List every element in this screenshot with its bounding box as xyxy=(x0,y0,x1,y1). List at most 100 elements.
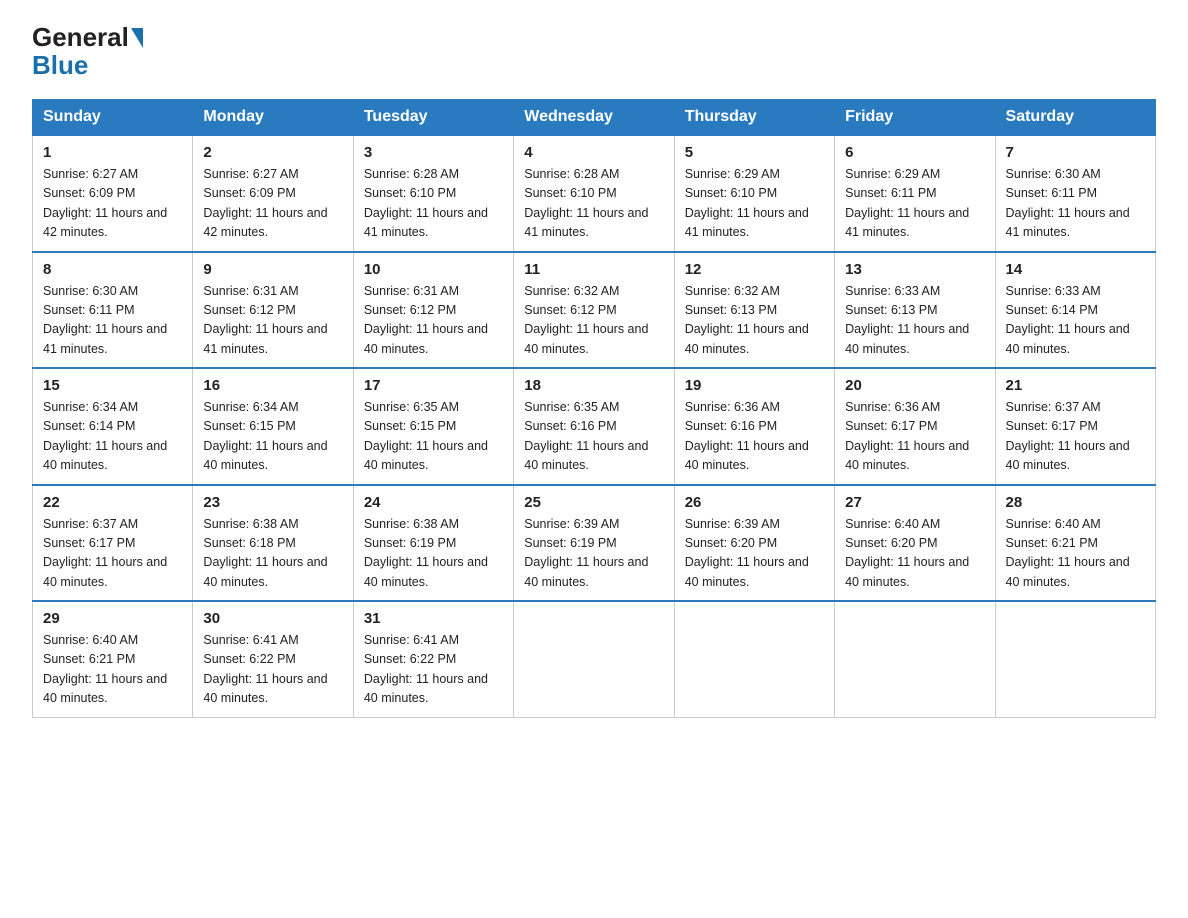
column-header-tuesday: Tuesday xyxy=(353,100,513,136)
day-cell: 21 Sunrise: 6:37 AMSunset: 6:17 PMDayligh… xyxy=(995,368,1155,485)
day-info: Sunrise: 6:32 AMSunset: 6:13 PMDaylight:… xyxy=(685,282,824,360)
day-cell: 12 Sunrise: 6:32 AMSunset: 6:13 PMDayligh… xyxy=(674,252,834,369)
day-number: 17 xyxy=(364,377,503,394)
day-number: 4 xyxy=(524,144,663,161)
day-info: Sunrise: 6:37 AMSunset: 6:17 PMDaylight:… xyxy=(43,515,182,593)
day-info: Sunrise: 6:31 AMSunset: 6:12 PMDaylight:… xyxy=(364,282,503,360)
day-number: 3 xyxy=(364,144,503,161)
day-cell: 20 Sunrise: 6:36 AMSunset: 6:17 PMDayligh… xyxy=(835,368,995,485)
day-number: 9 xyxy=(203,261,342,278)
day-info: Sunrise: 6:33 AMSunset: 6:14 PMDaylight:… xyxy=(1006,282,1145,360)
day-info: Sunrise: 6:30 AMSunset: 6:11 PMDaylight:… xyxy=(1006,165,1145,243)
column-header-saturday: Saturday xyxy=(995,100,1155,136)
day-number: 14 xyxy=(1006,261,1145,278)
day-info: Sunrise: 6:33 AMSunset: 6:13 PMDaylight:… xyxy=(845,282,984,360)
day-info: Sunrise: 6:37 AMSunset: 6:17 PMDaylight:… xyxy=(1006,398,1145,476)
day-cell: 1Sunrise: 6:27 AMSunset: 6:09 PMDaylight… xyxy=(33,135,193,252)
day-number: 15 xyxy=(43,377,182,394)
day-number: 24 xyxy=(364,494,503,511)
day-cell: 27 Sunrise: 6:40 AMSunset: 6:20 PMDayligh… xyxy=(835,485,995,602)
day-info: Sunrise: 6:35 AMSunset: 6:15 PMDaylight:… xyxy=(364,398,503,476)
day-number: 12 xyxy=(685,261,824,278)
day-number: 30 xyxy=(203,610,342,627)
day-cell: 25 Sunrise: 6:39 AMSunset: 6:19 PMDayligh… xyxy=(514,485,674,602)
day-cell: 31 Sunrise: 6:41 AMSunset: 6:22 PMDayligh… xyxy=(353,601,513,717)
day-number: 31 xyxy=(364,610,503,627)
day-info: Sunrise: 6:27 AMSunset: 6:09 PMDaylight:… xyxy=(203,165,342,243)
day-info: Sunrise: 6:36 AMSunset: 6:17 PMDaylight:… xyxy=(845,398,984,476)
day-number: 21 xyxy=(1006,377,1145,394)
day-cell xyxy=(674,601,834,717)
day-cell: 29 Sunrise: 6:40 AMSunset: 6:21 PMDayligh… xyxy=(33,601,193,717)
logo-blue-text: Blue xyxy=(32,50,88,81)
day-cell: 4 Sunrise: 6:28 AMSunset: 6:10 PMDaylight… xyxy=(514,135,674,252)
day-cell: 23Sunrise: 6:38 AMSunset: 6:18 PMDayligh… xyxy=(193,485,353,602)
day-number: 25 xyxy=(524,494,663,511)
day-info: Sunrise: 6:41 AMSunset: 6:22 PMDaylight:… xyxy=(203,631,342,709)
day-info: Sunrise: 6:29 AMSunset: 6:11 PMDaylight:… xyxy=(845,165,984,243)
day-number: 8 xyxy=(43,261,182,278)
day-number: 27 xyxy=(845,494,984,511)
day-number: 29 xyxy=(43,610,182,627)
day-cell: 9 Sunrise: 6:31 AMSunset: 6:12 PMDaylight… xyxy=(193,252,353,369)
logo-general-text: General xyxy=(32,24,129,50)
day-cell: 7Sunrise: 6:30 AMSunset: 6:11 PMDaylight… xyxy=(995,135,1155,252)
day-info: Sunrise: 6:34 AMSunset: 6:14 PMDaylight:… xyxy=(43,398,182,476)
day-info: Sunrise: 6:28 AMSunset: 6:10 PMDaylight:… xyxy=(524,165,663,243)
day-info: Sunrise: 6:40 AMSunset: 6:20 PMDaylight:… xyxy=(845,515,984,593)
day-cell: 5Sunrise: 6:29 AMSunset: 6:10 PMDaylight… xyxy=(674,135,834,252)
day-cell: 28 Sunrise: 6:40 AMSunset: 6:21 PMDayligh… xyxy=(995,485,1155,602)
day-number: 18 xyxy=(524,377,663,394)
day-cell: 22 Sunrise: 6:37 AMSunset: 6:17 PMDayligh… xyxy=(33,485,193,602)
column-header-sunday: Sunday xyxy=(33,100,193,136)
week-row-5: 29 Sunrise: 6:40 AMSunset: 6:21 PMDayligh… xyxy=(33,601,1156,717)
logo: General Blue xyxy=(32,24,143,81)
column-header-thursday: Thursday xyxy=(674,100,834,136)
day-cell: 26 Sunrise: 6:39 AMSunset: 6:20 PMDayligh… xyxy=(674,485,834,602)
day-number: 6 xyxy=(845,144,984,161)
day-number: 23 xyxy=(203,494,342,511)
day-cell xyxy=(835,601,995,717)
day-info: Sunrise: 6:41 AMSunset: 6:22 PMDaylight:… xyxy=(364,631,503,709)
calendar-table: SundayMondayTuesdayWednesdayThursdayFrid… xyxy=(32,99,1156,718)
day-number: 13 xyxy=(845,261,984,278)
day-number: 20 xyxy=(845,377,984,394)
day-cell: 2 Sunrise: 6:27 AMSunset: 6:09 PMDaylight… xyxy=(193,135,353,252)
day-cell: 16Sunrise: 6:34 AMSunset: 6:15 PMDayligh… xyxy=(193,368,353,485)
week-row-2: 8 Sunrise: 6:30 AMSunset: 6:11 PMDaylight… xyxy=(33,252,1156,369)
day-cell: 13 Sunrise: 6:33 AMSunset: 6:13 PMDayligh… xyxy=(835,252,995,369)
header-row: SundayMondayTuesdayWednesdayThursdayFrid… xyxy=(33,100,1156,136)
week-row-4: 22 Sunrise: 6:37 AMSunset: 6:17 PMDayligh… xyxy=(33,485,1156,602)
day-info: Sunrise: 6:27 AMSunset: 6:09 PMDaylight:… xyxy=(43,165,182,243)
day-cell: 17 Sunrise: 6:35 AMSunset: 6:15 PMDayligh… xyxy=(353,368,513,485)
day-info: Sunrise: 6:35 AMSunset: 6:16 PMDaylight:… xyxy=(524,398,663,476)
day-info: Sunrise: 6:40 AMSunset: 6:21 PMDaylight:… xyxy=(43,631,182,709)
day-cell: 24Sunrise: 6:38 AMSunset: 6:19 PMDayligh… xyxy=(353,485,513,602)
day-info: Sunrise: 6:30 AMSunset: 6:11 PMDaylight:… xyxy=(43,282,182,360)
day-number: 28 xyxy=(1006,494,1145,511)
day-info: Sunrise: 6:34 AMSunset: 6:15 PMDaylight:… xyxy=(203,398,342,476)
day-cell: 6 Sunrise: 6:29 AMSunset: 6:11 PMDaylight… xyxy=(835,135,995,252)
day-info: Sunrise: 6:39 AMSunset: 6:20 PMDaylight:… xyxy=(685,515,824,593)
day-info: Sunrise: 6:32 AMSunset: 6:12 PMDaylight:… xyxy=(524,282,663,360)
day-info: Sunrise: 6:28 AMSunset: 6:10 PMDaylight:… xyxy=(364,165,503,243)
day-number: 10 xyxy=(364,261,503,278)
day-cell: 8 Sunrise: 6:30 AMSunset: 6:11 PMDaylight… xyxy=(33,252,193,369)
day-number: 26 xyxy=(685,494,824,511)
column-header-monday: Monday xyxy=(193,100,353,136)
day-info: Sunrise: 6:39 AMSunset: 6:19 PMDaylight:… xyxy=(524,515,663,593)
day-cell: 19Sunrise: 6:36 AMSunset: 6:16 PMDayligh… xyxy=(674,368,834,485)
day-info: Sunrise: 6:40 AMSunset: 6:21 PMDaylight:… xyxy=(1006,515,1145,593)
calendar-header: SundayMondayTuesdayWednesdayThursdayFrid… xyxy=(33,100,1156,136)
day-number: 2 xyxy=(203,144,342,161)
day-cell xyxy=(995,601,1155,717)
page-header: General Blue xyxy=(32,24,1156,81)
day-info: Sunrise: 6:31 AMSunset: 6:12 PMDaylight:… xyxy=(203,282,342,360)
logo-triangle-icon xyxy=(131,28,143,48)
day-number: 22 xyxy=(43,494,182,511)
week-row-1: 1Sunrise: 6:27 AMSunset: 6:09 PMDaylight… xyxy=(33,135,1156,252)
day-number: 11 xyxy=(524,261,663,278)
column-header-friday: Friday xyxy=(835,100,995,136)
week-row-3: 15 Sunrise: 6:34 AMSunset: 6:14 PMDayligh… xyxy=(33,368,1156,485)
day-cell: 10 Sunrise: 6:31 AMSunset: 6:12 PMDayligh… xyxy=(353,252,513,369)
